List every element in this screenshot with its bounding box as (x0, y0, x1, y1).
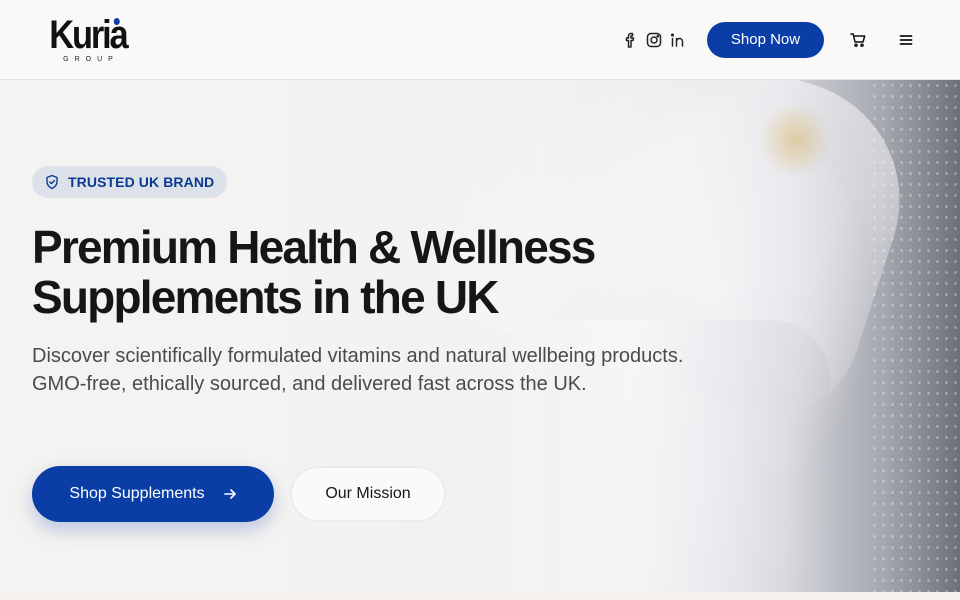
site-header: Kuria GROUP Shop Now (0, 0, 960, 80)
shield-icon (44, 174, 60, 190)
hero-title: Premium Health & Wellness Supplements in… (32, 222, 712, 322)
hero-section: TRUSTED UK BRAND Premium Health & Wellne… (0, 80, 960, 592)
hero-title-line-2: Supplements in the UK (32, 271, 499, 323)
next-section-edge (0, 592, 960, 600)
logo-dot (113, 17, 120, 25)
logo-subtext: GROUP (63, 55, 119, 63)
badge-label: TRUSTED UK BRAND (68, 174, 215, 190)
logo[interactable]: Kuria GROUP (48, 15, 128, 63)
hero-title-line-1: Premium Health & Wellness (32, 221, 596, 273)
instagram-icon[interactable] (645, 31, 663, 49)
our-mission-button[interactable]: Our Mission (290, 466, 446, 522)
social-links (621, 31, 687, 49)
shop-supplements-label: Shop Supplements (69, 485, 205, 502)
arrow-right-icon (223, 487, 237, 501)
shop-now-button[interactable]: Shop Now (707, 21, 824, 58)
hero-subtitle: Discover scientifically formulated vitam… (32, 345, 684, 395)
menu-icon[interactable] (892, 26, 920, 54)
linkedin-icon[interactable] (669, 31, 687, 49)
trusted-badge: TRUSTED UK BRAND (32, 166, 228, 198)
shop-supplements-button[interactable]: Shop Supplements (32, 466, 274, 522)
facebook-icon[interactable] (621, 31, 639, 49)
cart-icon[interactable] (844, 26, 872, 54)
header-actions: Shop Now (621, 21, 920, 58)
